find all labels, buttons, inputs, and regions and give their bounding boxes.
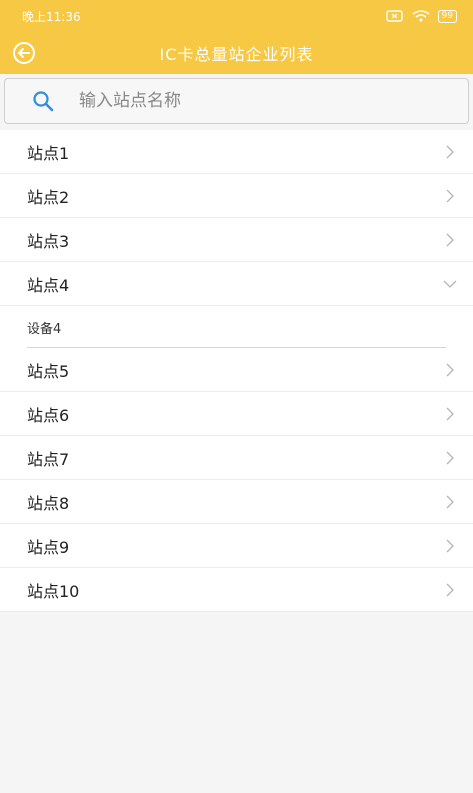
nav-bar: IC卡总量站企业列表 (0, 32, 473, 74)
station-label: 站点5 (27, 361, 70, 381)
station-list: 站点1 站点2 站点3 站点4 设备4 站点5 站点6 站点7 站点8 站点9 … (0, 130, 473, 612)
station-label: 站点6 (27, 405, 70, 425)
wifi-icon (412, 10, 429, 22)
station-label: 站点2 (27, 187, 70, 207)
chevron-right-icon (446, 451, 454, 464)
search-icon (31, 89, 61, 113)
status-bar: 晚上11:36 99 (0, 0, 473, 32)
list-item-station-1[interactable]: 站点1 (0, 130, 473, 174)
sim-off-icon (385, 10, 403, 22)
chevron-right-icon (446, 407, 454, 420)
list-item-station-2[interactable]: 站点2 (0, 174, 473, 218)
device-item[interactable]: 设备4 (0, 306, 473, 348)
station-label: 站点8 (27, 493, 70, 513)
list-item-station-8[interactable]: 站点8 (0, 480, 473, 524)
chevron-right-icon (446, 583, 454, 596)
list-item-station-7[interactable]: 站点7 (0, 436, 473, 480)
search-box[interactable] (4, 78, 469, 124)
station-label: 站点10 (27, 581, 80, 601)
list-item-station-5[interactable]: 站点5 (0, 348, 473, 392)
chevron-right-icon (446, 495, 454, 508)
station-label: 站点1 (27, 143, 70, 163)
app-header: 晚上11:36 99 IC卡总量站企业列表 (0, 0, 473, 74)
station-label: 站点9 (27, 537, 70, 557)
status-icons: 99 (385, 9, 457, 23)
list-item-station-4[interactable]: 站点4 (0, 262, 473, 306)
chevron-down-icon (443, 280, 457, 288)
station-label: 站点3 (27, 231, 70, 251)
battery-indicator: 99 (437, 9, 457, 23)
chevron-right-icon (446, 189, 454, 202)
search-area (0, 74, 473, 130)
list-item-station-6[interactable]: 站点6 (0, 392, 473, 436)
list-item-station-10[interactable]: 站点10 (0, 568, 473, 612)
list-item-station-3[interactable]: 站点3 (0, 218, 473, 262)
back-button[interactable] (10, 39, 38, 67)
back-arrow-circle-icon (13, 42, 35, 64)
chevron-right-icon (446, 233, 454, 246)
status-time: 晚上11:36 (22, 9, 81, 24)
page-title: IC卡总量站企业列表 (159, 45, 314, 64)
device-label: 设备4 (27, 321, 62, 337)
chevron-right-icon (446, 363, 454, 376)
station-label: 站点7 (27, 449, 70, 469)
list-item-station-9[interactable]: 站点9 (0, 524, 473, 568)
search-input[interactable] (77, 90, 468, 112)
chevron-right-icon (446, 145, 454, 158)
station-label: 站点4 (27, 275, 70, 295)
chevron-right-icon (446, 539, 454, 552)
